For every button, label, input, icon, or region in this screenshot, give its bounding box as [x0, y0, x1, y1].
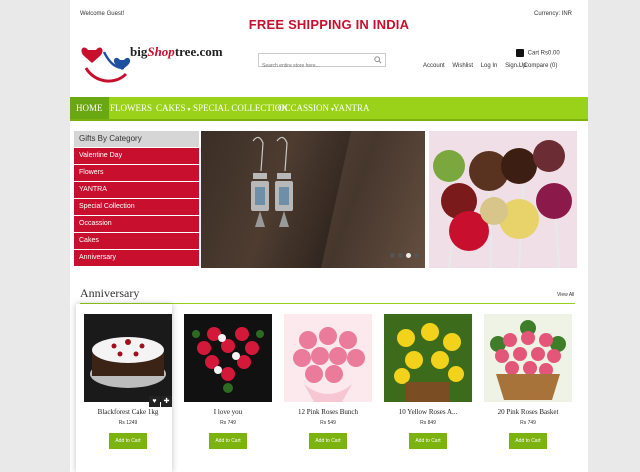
sidebar-item-valentine-day[interactable]: Valentine Day [74, 148, 199, 164]
nav-item-home[interactable]: HOME [70, 97, 109, 119]
sidebar-item-cakes[interactable]: Cakes [74, 233, 199, 249]
logo-suffix: tree.com [174, 44, 223, 59]
add-to-cart-button[interactable]: Add to Cart [109, 433, 147, 449]
logo-wordmark[interactable]: bigShoptree.com [130, 44, 223, 60]
category-sidebar: Gifts By Category Valentine Day Flowers … [74, 131, 199, 267]
product-name[interactable]: 10 Yellow Roses A... [376, 408, 480, 416]
product-image[interactable] [184, 314, 272, 402]
cake-pops-promo-image[interactable] [429, 131, 577, 268]
view-all-link[interactable]: View All [557, 292, 574, 298]
search-input[interactable] [259, 60, 369, 72]
category-heading: Gifts By Category [74, 131, 199, 147]
logo-prefix: big [130, 44, 148, 59]
login-link[interactable]: Log In [481, 63, 498, 69]
product-price: Rs 549 [320, 420, 336, 426]
sidebar-item-special-collection[interactable]: Special Collection [74, 199, 199, 215]
wishlist-link[interactable]: Wishlist [452, 63, 473, 69]
section-title: Anniversary [80, 286, 140, 300]
compare-link[interactable]: ↔ Compare (0) [516, 63, 557, 69]
logo-middle: Shop [147, 44, 175, 59]
sidebar-item-occassion[interactable]: Occassion [74, 216, 199, 232]
sidebar-item-yantra[interactable]: YANTRA [74, 182, 199, 198]
add-to-cart-button[interactable]: Add to Cart [309, 433, 347, 449]
nav-label: SPECIAL COLLECTION [193, 103, 288, 113]
add-to-cart-button[interactable]: Add to Cart [509, 433, 547, 449]
cake-pops-image [433, 140, 572, 268]
product-card[interactable]: 20 Pink Roses Basket Rs 749 Add to Cart [476, 304, 572, 472]
pink-roses-bunch-image [284, 314, 372, 402]
main-nav: HOME FLOWERS CAKES▼ SPECIAL COLLECTION O… [70, 97, 588, 121]
product-image[interactable] [384, 314, 472, 402]
hero-slider[interactable] [201, 131, 425, 268]
sidebar-item-anniversary[interactable]: Anniversary [74, 250, 199, 266]
slider-dot[interactable] [398, 253, 403, 258]
yellow-roses-arrangement-image [384, 314, 472, 402]
product-price: Rs 1249 [118, 420, 138, 426]
nav-label: CAKES [156, 103, 186, 113]
product-actions: ♥ ✚ [148, 390, 172, 408]
product-name[interactable]: 12 Pink Roses Bunch [276, 408, 380, 416]
nav-label: FLOWERS [110, 103, 153, 113]
nav-label: OCCASSION [278, 103, 330, 113]
product-card[interactable]: 12 Pink Roses Bunch Rs 549 Add to Cart [276, 304, 372, 472]
compare-icon[interactable]: ✚ [161, 396, 172, 407]
search-box [258, 53, 386, 72]
nav-item-flowers[interactable]: FLOWERS [110, 97, 152, 119]
product-card[interactable]: I love you Rs 749 Add to Cart [176, 304, 272, 472]
nav-item-occassion[interactable]: OCCASSION▼ [278, 97, 335, 119]
search-icon[interactable] [374, 56, 382, 64]
chevron-down-icon: ▼ [186, 108, 192, 113]
nav-label: YANTRA [333, 103, 370, 113]
slider-dot[interactable] [414, 253, 419, 258]
product-price: Rs 749 [520, 420, 536, 426]
product-card[interactable]: 10 Yellow Roses A... Rs 849 Add to Cart [376, 304, 472, 472]
product-price: Rs 749 [220, 420, 236, 426]
cart-icon [516, 49, 524, 57]
nav-item-special-collection[interactable]: SPECIAL COLLECTION [193, 97, 288, 119]
product-name[interactable]: I love you [176, 408, 280, 416]
nav-item-yantra[interactable]: YANTRA [333, 97, 370, 119]
cart-summary[interactable]: Cart Rs0.00 [516, 49, 560, 57]
account-link[interactable]: Account [423, 63, 445, 69]
slider-dots [387, 245, 419, 263]
slider-dot[interactable] [390, 253, 395, 258]
free-shipping-banner: FREE SHIPPING IN INDIA [248, 17, 410, 32]
product-price: Rs 849 [420, 420, 436, 426]
red-roses-heart-image [184, 314, 272, 402]
product-name[interactable]: 20 Pink Roses Basket [476, 408, 580, 416]
nav-item-cakes[interactable]: CAKES▼ [156, 97, 191, 119]
compare-label: Compare (0) [523, 63, 558, 69]
product-image[interactable] [484, 314, 572, 402]
nav-label: HOME [76, 103, 103, 113]
pink-roses-basket-image [484, 314, 572, 402]
product-card[interactable]: ♥ ✚ Blackforest Cake 1kg Rs 1249 Add to C… [76, 304, 172, 472]
sidebar-item-flowers[interactable]: Flowers [74, 165, 199, 181]
add-to-cart-button[interactable]: Add to Cart [409, 433, 447, 449]
product-image[interactable] [84, 314, 172, 402]
wishlist-heart-icon[interactable]: ♥ [149, 396, 160, 407]
product-name[interactable]: Blackforest Cake 1kg [76, 408, 180, 416]
product-image[interactable] [284, 314, 372, 402]
compare-arrows-icon: ↔ [516, 63, 524, 69]
page: Welcome Guest! Currency: INR FREE SHIPPI… [70, 0, 588, 472]
add-to-cart-button[interactable]: Add to Cart [209, 433, 247, 449]
cart-label: Cart Rs0.00 [527, 50, 560, 57]
slider-dot[interactable] [406, 253, 411, 258]
blackforest-cake-image [84, 314, 172, 402]
